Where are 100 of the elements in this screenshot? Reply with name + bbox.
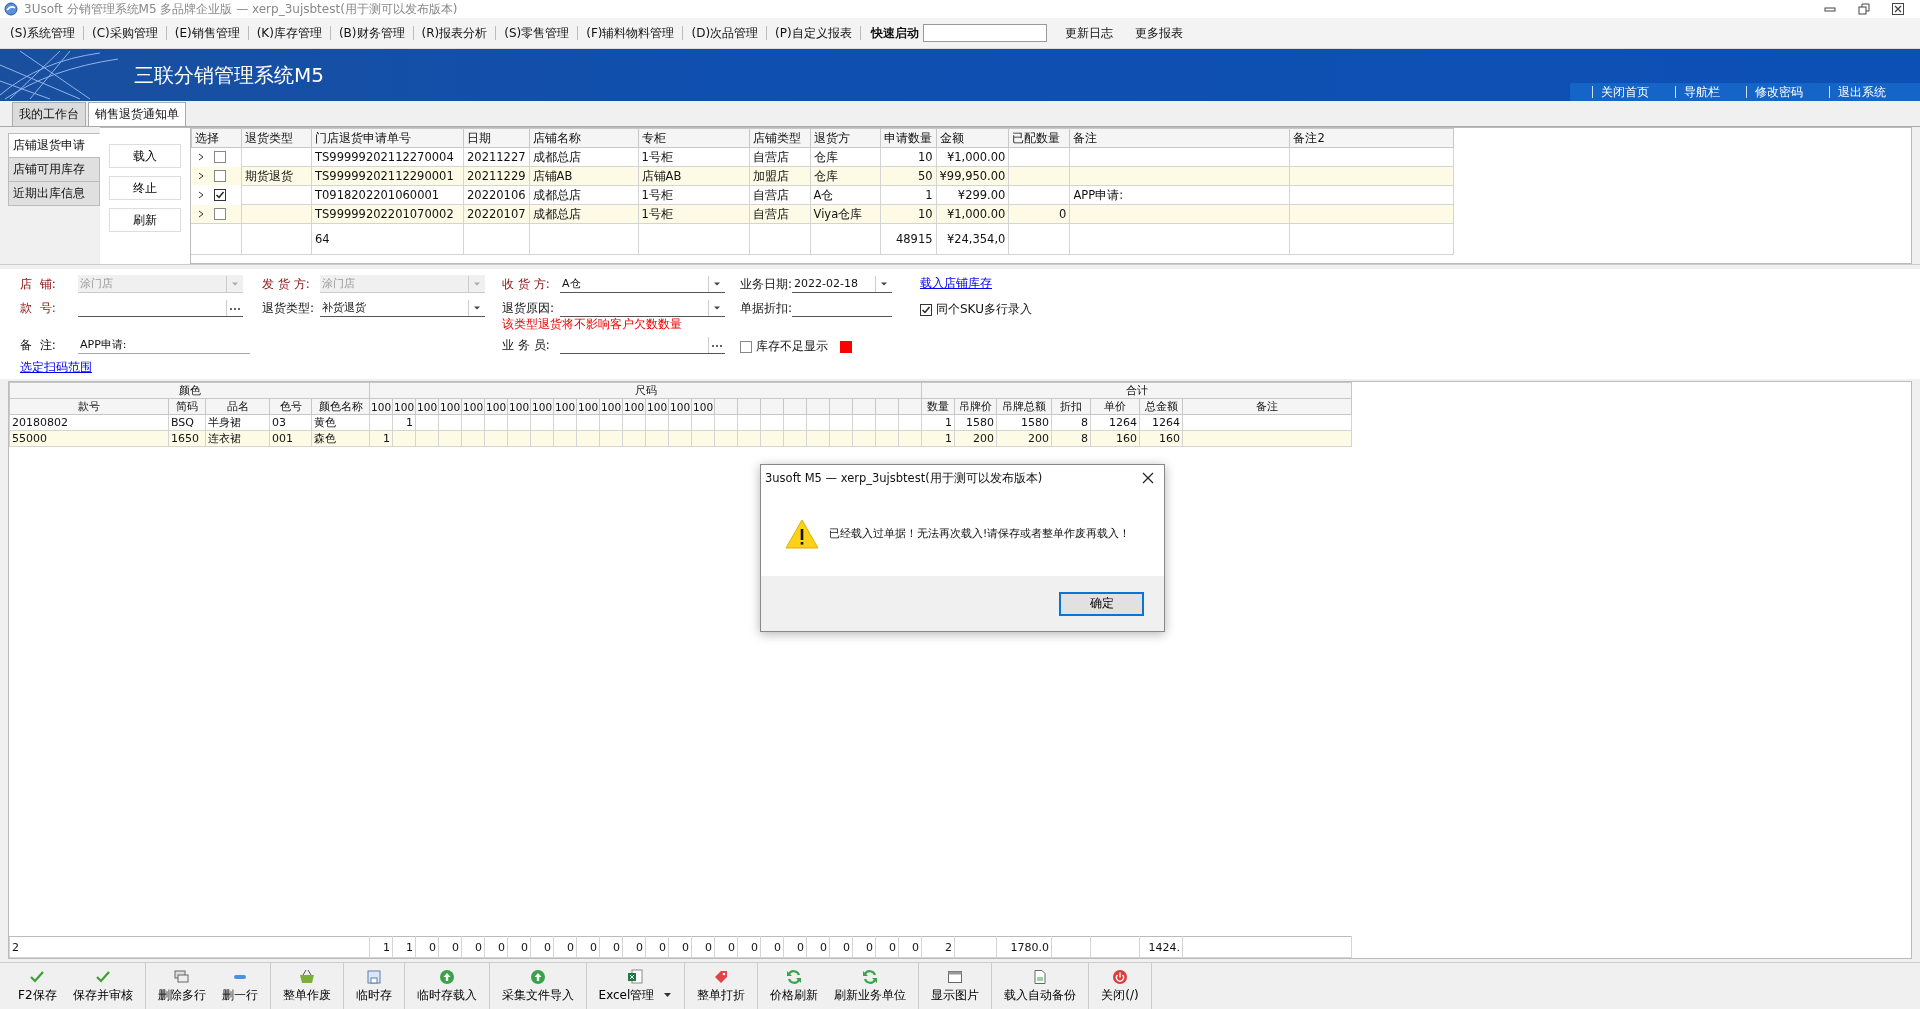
table-cell: 成都总店 xyxy=(532,206,581,221)
total-cell: 1 xyxy=(383,940,391,954)
lookup-field[interactable] xyxy=(560,336,725,354)
total-cell: 2 xyxy=(12,940,19,954)
table-cell: 森色 xyxy=(314,432,336,445)
checkbox[interactable] xyxy=(213,207,226,220)
more-icon[interactable] xyxy=(708,336,725,353)
toolbar-button[interactable]: 删除多行 xyxy=(149,963,214,1009)
side-tab[interactable]: 近期出库信息 xyxy=(8,181,100,206)
scan-range-link[interactable]: 选定扫码范围 xyxy=(20,360,92,375)
toolbar-button[interactable]: 删一行 xyxy=(213,963,266,1009)
quick-launch-label: 快速启动 xyxy=(870,24,919,42)
menu-item[interactable]: (R)报表分析 xyxy=(417,22,492,44)
menu-item[interactable]: (P)自定义报表 xyxy=(771,22,856,44)
page-tab[interactable]: 销售退货通知单 xyxy=(88,102,186,126)
restore-icon[interactable] xyxy=(1858,3,1870,15)
chevron-icon[interactable] xyxy=(197,209,204,218)
table-cell: 0 xyxy=(1059,207,1067,221)
toolbar-button[interactable]: F2保存 xyxy=(10,963,65,1009)
toolbar-button[interactable]: 载入自动备份 xyxy=(996,963,1085,1009)
side-tab[interactable]: 店铺退货申请 xyxy=(8,133,100,158)
toolbar-button[interactable]: 显示图片 xyxy=(923,963,988,1009)
column-header: 申请数量 xyxy=(880,128,937,148)
toolbar-button[interactable]: Excel管理 xyxy=(590,963,681,1009)
checkbox[interactable] xyxy=(213,188,226,201)
total-cell: 0 xyxy=(590,940,598,954)
input-field[interactable]: APP申请: xyxy=(78,336,250,354)
total-cell: 0 xyxy=(843,940,851,954)
table-cell: 1号柜 xyxy=(641,149,673,164)
menu-item[interactable]: (D)次品管理 xyxy=(687,22,763,44)
close-icon[interactable] xyxy=(1892,3,1904,15)
toolbar-button[interactable]: 整单作废 xyxy=(274,963,339,1009)
column-header: 100 xyxy=(670,400,691,413)
checkbox-label: 库存不足显示 xyxy=(756,338,828,355)
action-button[interactable]: 终止 xyxy=(109,176,181,200)
toolbar-button[interactable]: 刷新业务单位 xyxy=(826,963,915,1009)
action-button[interactable]: 刷新 xyxy=(109,208,181,232)
total-cell: 0 xyxy=(544,940,552,954)
chevron-icon[interactable] xyxy=(197,153,204,161)
header-link[interactable]: 关闭首页 xyxy=(1592,86,1663,98)
total-cell: 0 xyxy=(636,940,644,954)
table-cell: 1 xyxy=(945,416,953,429)
toolbar-button[interactable]: 整单打折 xyxy=(689,963,754,1009)
toolbar-button[interactable]: 关闭(/) xyxy=(1093,963,1147,1009)
action-button[interactable]: 载入 xyxy=(109,144,181,168)
checkbox[interactable] xyxy=(213,169,226,182)
close-icon[interactable] xyxy=(1142,472,1154,484)
quick-launch-field[interactable] xyxy=(922,24,1047,42)
lookup-field[interactable] xyxy=(78,299,243,317)
table-cell: 1号柜 xyxy=(641,187,673,202)
checkbox[interactable] xyxy=(740,340,752,353)
toolbar-button[interactable]: 临时存 xyxy=(347,963,400,1009)
header-link[interactable]: 导航栏 xyxy=(1675,86,1734,98)
page-tab[interactable]: 我的工作台 xyxy=(12,102,86,126)
table-cell: 1 xyxy=(383,432,391,445)
column-header: 款号 xyxy=(78,400,100,413)
date-field[interactable]: 2022-02-18 xyxy=(792,275,892,293)
table-cell: 加盟店 xyxy=(752,168,789,183)
ok-button[interactable]: 确定 xyxy=(1059,591,1144,616)
select-field[interactable]: A仓 xyxy=(560,275,725,293)
select-field[interactable] xyxy=(560,299,725,317)
menu-item[interactable]: 更新日志 xyxy=(1060,22,1117,44)
table-cell: ¥1,000.00 xyxy=(946,207,1006,221)
toolbar-button[interactable]: 保存并审核 xyxy=(64,963,141,1009)
toolbar-button[interactable]: 临时存载入 xyxy=(408,963,485,1009)
summary-cell: 64 xyxy=(315,232,330,246)
menu-item[interactable]: 更多报表 xyxy=(1130,22,1187,44)
table-cell: A仓 xyxy=(813,187,834,202)
more-icon[interactable] xyxy=(226,299,243,316)
menu-item[interactable]: (C)采购管理 xyxy=(88,22,162,44)
header-link[interactable]: 修改密码 xyxy=(1746,86,1817,98)
column-header: 吊牌总额 xyxy=(1002,400,1047,413)
chevron-icon[interactable] xyxy=(197,190,204,199)
menu-item[interactable]: (S)零售管理 xyxy=(500,22,574,44)
caret-icon[interactable] xyxy=(664,992,673,998)
column-header: 颜色名称 xyxy=(318,400,363,413)
total-cell: 0 xyxy=(797,940,805,954)
toolbar-button[interactable]: 价格刷新 xyxy=(762,963,827,1009)
chevron-icon[interactable] xyxy=(197,171,204,180)
field-label: 退货原因: xyxy=(502,299,556,317)
window-icon xyxy=(947,968,964,985)
table-cell: TS99999202201070002 xyxy=(315,207,454,221)
menu-item[interactable]: (K)库存管理 xyxy=(252,22,326,44)
checkbox[interactable] xyxy=(920,303,932,316)
table-cell: 200 xyxy=(1028,432,1050,445)
toolbar-button[interactable]: 采集文件导入 xyxy=(493,963,582,1009)
side-tab[interactable]: 店铺可用库存 xyxy=(8,157,100,182)
menu-item[interactable]: (B)财务管理 xyxy=(334,22,409,44)
document-icon xyxy=(1032,968,1049,985)
checkbox[interactable] xyxy=(213,151,226,163)
header-link[interactable]: 退出系统 xyxy=(1829,86,1900,98)
load-stock-link[interactable]: 载入店铺库存 xyxy=(920,275,1900,292)
menu-item[interactable]: (E)销售管理 xyxy=(170,22,244,44)
menu-item[interactable]: (F)辅料物料管理 xyxy=(582,22,679,44)
select-field[interactable]: 补货退货 xyxy=(320,299,485,317)
column-header: 100 xyxy=(532,400,553,413)
menu-item[interactable]: (S)系统管理 xyxy=(6,22,79,44)
field-label: 单据折扣: xyxy=(740,299,792,317)
column-header: 专柜 xyxy=(638,128,750,148)
total-cell: 0 xyxy=(820,940,828,954)
